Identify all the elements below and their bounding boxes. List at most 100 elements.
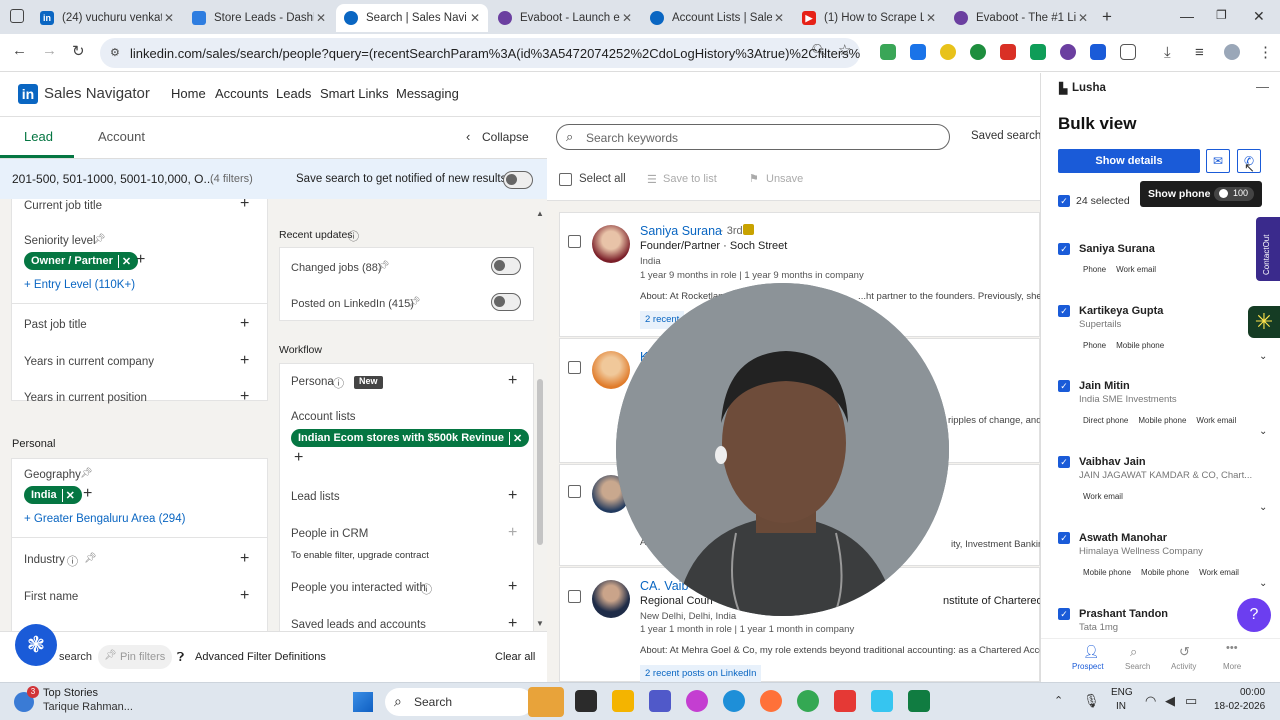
remove-pill-icon[interactable]: ✕ [117,254,131,268]
plus-icon[interactable]: + [240,550,249,568]
plus-icon[interactable]: + [508,615,517,631]
browser-tab[interactable]: Account Lists | Sales ✕ [642,4,792,32]
posted-linkedin-toggle[interactable] [491,293,521,311]
minimize-icon[interactable]: — [1180,8,1194,24]
news-title[interactable]: Top Stories [43,687,98,699]
firefox-icon[interactable] [760,690,782,712]
contact-checkbox[interactable]: ✓ [1058,532,1070,544]
seniority-pill[interactable]: Owner / Partner ✕ [24,252,139,270]
chevron-left-icon[interactable]: ‹ [466,129,470,144]
filter-people-in-crm[interactable]: People in CRM [291,528,368,540]
lead-checkbox[interactable] [568,235,581,248]
lang-code[interactable]: ENG [1111,687,1133,698]
url-field[interactable]: ⚙ linkedin.com/sales/search/people?query… [100,38,860,68]
filter-years-in-company[interactable]: Years in current company [24,356,154,368]
chevron-down-icon[interactable]: ⌄ [1259,426,1267,437]
file-explorer-icon[interactable] [612,690,634,712]
edge-icon[interactable] [723,690,745,712]
nav-activity[interactable]: Activity [1171,662,1196,671]
scroll-up-icon[interactable]: ▲ [536,209,544,218]
browser-tab-active[interactable]: Search | Sales Navig ✕ [336,4,488,32]
filter-first-name[interactable]: First name [24,591,78,603]
tab-search-icon[interactable] [10,9,24,23]
close-tab-icon[interactable]: ✕ [316,11,326,25]
plus-icon[interactable]: + [240,388,249,406]
filter-interacted[interactable]: People you interacted with [291,582,426,594]
media-control-icon[interactable]: ≡ [1195,44,1204,61]
plus-icon[interactable]: + [294,449,303,467]
extension-icon[interactable] [1030,44,1046,60]
new-tab-button[interactable]: + [1102,7,1112,27]
extension-icon[interactable] [880,44,896,60]
filter-saved-leads[interactable]: Saved leads and accounts [291,619,426,631]
entry-level-option[interactable]: + Entry Level (110K+) [24,279,135,291]
browser-tab[interactable]: Evaboot - The #1 Lin ✕ [946,4,1096,32]
anydesk-icon[interactable] [834,690,856,712]
plus-icon[interactable]: + [508,524,517,542]
site-info-icon[interactable]: ⚙ [110,46,120,59]
contact-checkbox[interactable]: ✓ [1058,305,1070,317]
filter-past-job-title[interactable]: Past job title [24,319,87,331]
task-view-icon[interactable] [575,690,597,712]
slack-icon[interactable] [871,690,893,712]
windows-start-icon[interactable] [353,692,373,712]
copilot-icon[interactable] [686,690,708,712]
unsave-button[interactable]: Unsave [766,173,803,185]
email-icon[interactable]: ✉ [1206,149,1230,173]
lead-checkbox[interactable] [568,485,581,498]
greater-bengaluru-option[interactable]: + Greater Bengaluru Area (294) [24,513,185,525]
select-all-label[interactable]: Select all [579,173,626,185]
filter-changed-jobs[interactable]: Changed jobs (88) [291,262,382,274]
save-search-toggle[interactable] [503,171,533,189]
extension-icon[interactable] [940,44,956,60]
plus-icon[interactable]: + [136,251,145,269]
select-all-checkbox[interactable] [559,173,572,186]
save-search-link[interactable]: search [59,651,92,663]
browser-tab[interactable]: ▶ (1) How to Scrape Li ✕ [794,4,944,32]
nav-more[interactable]: More [1223,662,1241,671]
avatar[interactable] [592,225,630,263]
extensions-puzzle-icon[interactable] [1120,44,1136,60]
lead-name[interactable]: Saniya Surana [640,224,722,238]
reload-icon[interactable]: ↻ [72,42,85,60]
minimize-panel-icon[interactable]: — [1256,79,1269,94]
clock-date[interactable]: 18-02-2026 [1214,701,1265,712]
extension-icon[interactable] [1000,44,1016,60]
close-window-icon[interactable]: ✕ [1253,8,1265,25]
maximize-icon[interactable]: ❐ [1216,8,1227,22]
extension-icon[interactable] [910,44,926,60]
evaboot-extension-icon[interactable] [1060,44,1076,60]
nav-smart-links[interactable]: Smart Links [320,86,389,101]
bookmark-star-icon[interactable]: ☆ [838,41,851,59]
pin-icon[interactable]: 📌︎ [377,261,390,272]
lead-checkbox[interactable] [568,590,581,603]
filter-industry[interactable]: Industry [24,554,65,566]
recent-posts-badge[interactable]: 2 recent posts on LinkedIn [640,665,762,683]
filter-persona[interactable]: Persona [291,376,334,388]
filter-years-in-position[interactable]: Years in current position [24,392,147,404]
close-tab-icon[interactable]: ✕ [470,11,480,25]
scrollbar-thumb[interactable] [537,379,543,545]
help-icon[interactable]: ⓘ [333,375,344,391]
clock-time[interactable]: 00:00 [1240,687,1265,698]
lang-region[interactable]: IN [1116,701,1126,712]
plus-icon[interactable]: + [508,372,517,390]
filter-seniority-level[interactable]: Seniority level [24,235,96,247]
grammarly-icon[interactable] [970,44,986,60]
more-icon[interactable]: ••• [1226,642,1238,654]
tray-overflow-icon[interactable]: ⌃ [1054,694,1063,707]
scroll-down-icon[interactable]: ▼ [536,619,544,628]
help-icon[interactable]: ⓘ [348,228,359,244]
remove-pill-icon[interactable]: ✕ [61,488,75,502]
forward-icon[interactable]: → [42,42,57,59]
search-keywords-input[interactable]: ⌕ Search keywords [556,124,950,150]
plus-icon[interactable]: + [240,587,249,605]
excel-icon[interactable] [908,690,930,712]
avatar[interactable] [592,351,630,389]
show-details-button[interactable]: Show details [1058,149,1200,173]
close-tab-icon[interactable]: ✕ [1078,11,1088,25]
linkedin-logo-icon[interactable]: in [18,84,38,104]
plus-icon[interactable]: + [240,199,249,213]
geography-pill[interactable]: India ✕ [24,486,82,504]
help-chat-button[interactable]: ? [1237,598,1271,632]
